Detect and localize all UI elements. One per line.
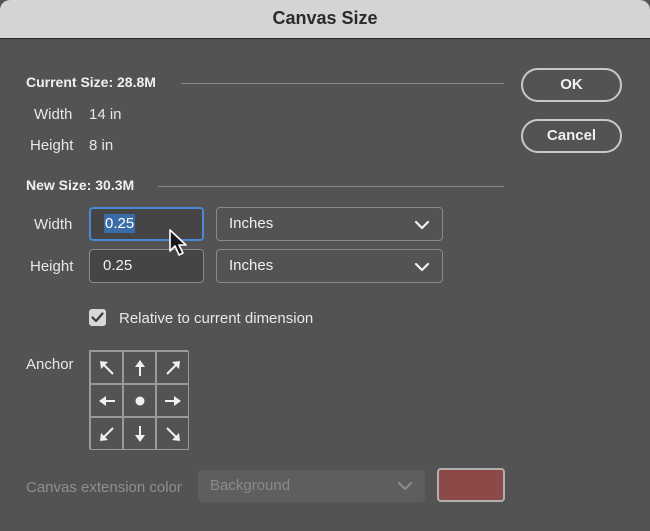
dot-icon [135, 396, 144, 405]
anchor-top[interactable] [123, 351, 156, 384]
current-size-divider [181, 83, 504, 84]
arrow-up-right-icon [165, 360, 180, 375]
anchor-bottom-right[interactable] [156, 417, 189, 450]
anchor-right[interactable] [156, 384, 189, 417]
new-size-label: New Size: 30.3M [26, 177, 135, 193]
width-unit-select[interactable]: Inches [216, 207, 443, 241]
anchor-top-left[interactable] [90, 351, 123, 384]
ok-button[interactable]: OK [521, 68, 622, 102]
relative-checkbox[interactable] [89, 309, 106, 326]
width-input-value: 0.25 [104, 214, 136, 233]
anchor-bottom-left[interactable] [90, 417, 123, 450]
current-height-value: 8 in [89, 137, 114, 154]
arrow-right-icon [164, 395, 181, 406]
height-unit-value: Inches [229, 257, 274, 274]
anchor-top-right[interactable] [156, 351, 189, 384]
title-bar: Canvas Size [0, 0, 650, 39]
anchor-grid [89, 350, 189, 450]
arrow-down-left-icon [99, 426, 114, 441]
dialog-title: Canvas Size [272, 8, 378, 28]
arrow-up-left-icon [99, 360, 114, 375]
relative-checkbox-label[interactable]: Relative to current dimension [119, 310, 313, 327]
new-size-divider [158, 186, 504, 187]
cancel-button[interactable]: Cancel [521, 119, 622, 153]
extension-color-select: Background [198, 470, 425, 502]
height-unit-select[interactable]: Inches [216, 249, 443, 283]
extension-color-value: Background [210, 477, 291, 494]
arrow-down-right-icon [165, 426, 180, 441]
anchor-left[interactable] [90, 384, 123, 417]
height-input-value: 0.25 [103, 257, 133, 274]
current-width-label: Width [34, 106, 73, 123]
new-width-label: Width [34, 216, 73, 233]
current-size-label: Current Size: 28.8M [26, 74, 156, 90]
canvas-size-dialog: Canvas Size Current Size: 28.8M Width 14… [0, 0, 650, 531]
chevron-down-icon [414, 220, 430, 230]
current-height-label: Height [30, 137, 74, 154]
anchor-center[interactable] [123, 384, 156, 417]
checkmark-icon [91, 312, 104, 323]
arrow-left-icon [98, 395, 115, 406]
extension-color-label: Canvas extension color [26, 479, 182, 496]
mouse-pointer-icon [169, 229, 187, 256]
anchor-label: Anchor [26, 356, 74, 373]
chevron-down-icon [414, 262, 430, 272]
new-height-label: Height [30, 258, 74, 275]
current-width-value: 14 in [89, 106, 122, 123]
extension-color-swatch[interactable] [437, 468, 505, 502]
anchor-bottom[interactable] [123, 417, 156, 450]
chevron-down-icon [397, 481, 413, 491]
width-unit-value: Inches [229, 215, 274, 232]
arrow-up-icon [134, 359, 145, 376]
arrow-down-icon [134, 425, 145, 442]
